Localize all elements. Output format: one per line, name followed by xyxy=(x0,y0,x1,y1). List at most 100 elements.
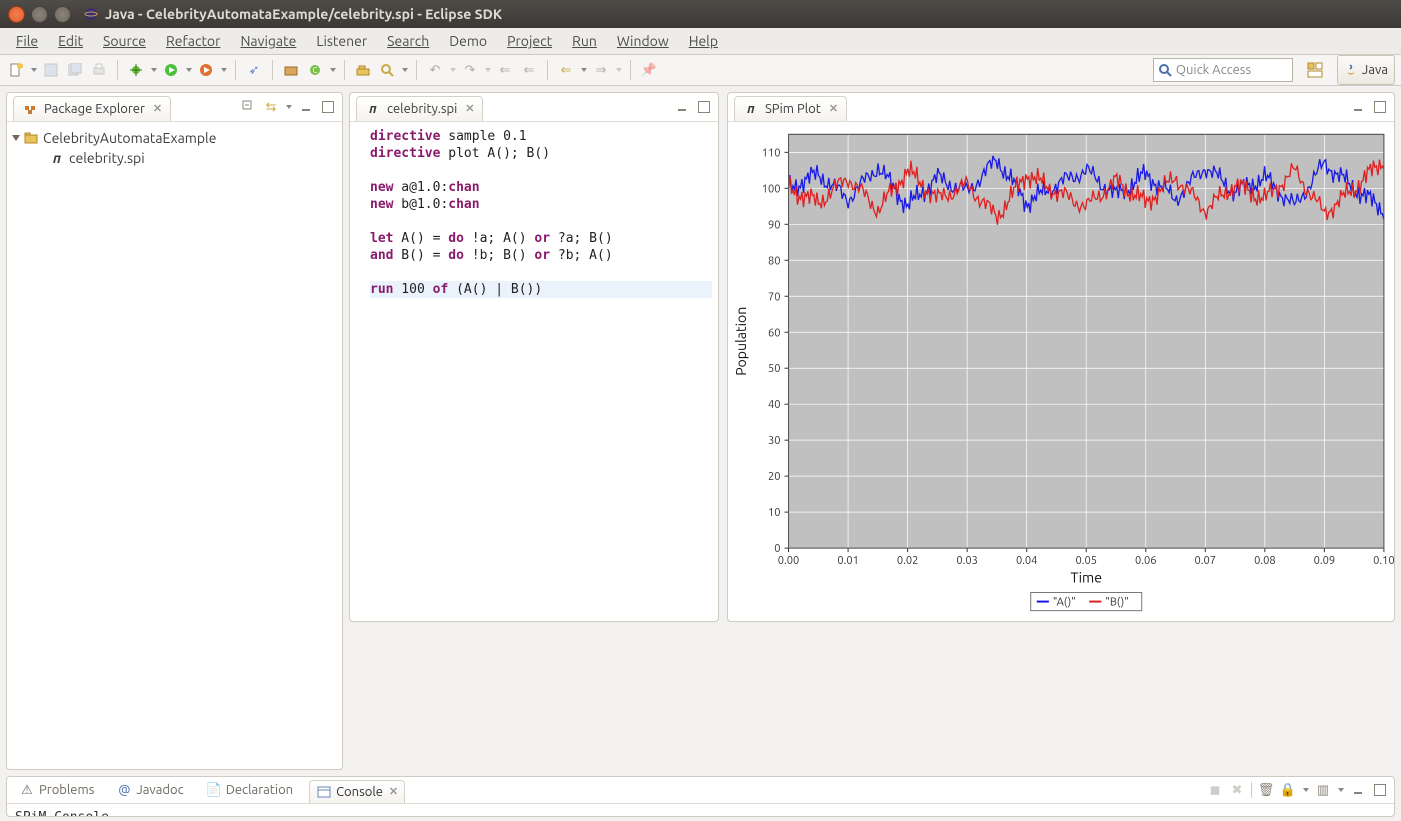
svg-text:90: 90 xyxy=(768,219,781,231)
search-button[interactable] xyxy=(377,60,397,80)
menu-search[interactable]: Search xyxy=(377,30,439,52)
dropdown-icon[interactable] xyxy=(450,68,456,72)
svg-text:40: 40 xyxy=(768,399,781,411)
package-explorer-tree[interactable]: CelebrityAutomataExample π celebrity.spi xyxy=(7,122,342,769)
close-tab-icon[interactable]: ✕ xyxy=(153,102,162,115)
dropdown-icon[interactable] xyxy=(616,68,622,72)
print-button[interactable] xyxy=(89,60,109,80)
menu-demo[interactable]: Demo xyxy=(439,30,497,52)
plot-header: π SPim Plot ✕ xyxy=(728,93,1394,122)
nav-next-button[interactable]: ↷ xyxy=(460,60,480,80)
remove-launch-icon[interactable]: ✖ xyxy=(1229,782,1245,798)
package-explorer-title: Package Explorer xyxy=(44,102,145,116)
menu-window[interactable]: Window xyxy=(607,30,679,52)
maximize-icon[interactable] xyxy=(696,99,712,115)
dropdown-icon[interactable] xyxy=(485,68,491,72)
window-controls xyxy=(8,6,71,23)
new-button[interactable] xyxy=(6,60,26,80)
debug-button[interactable] xyxy=(126,60,146,80)
back-button[interactable]: ⇐ xyxy=(556,60,576,80)
tree-project-label: CelebrityAutomataExample xyxy=(43,130,216,146)
tree-file[interactable]: π celebrity.spi xyxy=(13,148,336,168)
minimize-icon[interactable] xyxy=(674,99,690,115)
svg-text:0.10: 0.10 xyxy=(1373,555,1394,567)
dropdown-icon[interactable] xyxy=(151,68,157,72)
scroll-lock-icon[interactable]: 🔒 xyxy=(1280,782,1296,798)
dropdown-icon[interactable] xyxy=(186,68,192,72)
dropdown-icon[interactable] xyxy=(402,68,408,72)
clear-console-icon[interactable]: 🗑 xyxy=(1258,782,1274,798)
collapse-all-icon[interactable] xyxy=(241,99,257,115)
menu-project[interactable]: Project xyxy=(497,30,562,52)
forward-button[interactable]: ⇒ xyxy=(591,60,611,80)
dropdown-icon[interactable] xyxy=(1338,788,1344,792)
console-output[interactable]: SPiM Console SPiM v0.05 simulating /home… xyxy=(7,804,1394,816)
perspective-label: Java xyxy=(1362,63,1388,77)
window-minimize-button[interactable] xyxy=(31,6,48,23)
nav-prev-button[interactable]: ↶ xyxy=(425,60,445,80)
link-editor-icon[interactable]: ⇆ xyxy=(263,99,279,115)
perspective-java[interactable]: Java xyxy=(1337,55,1395,85)
open-type-button[interactable] xyxy=(353,60,373,80)
close-tab-icon[interactable]: ✕ xyxy=(829,102,838,115)
menu-source[interactable]: Source xyxy=(93,30,156,52)
plot-canvas[interactable]: 0.000.010.020.030.040.050.060.070.080.09… xyxy=(728,122,1394,621)
tab-console[interactable]: Console ✕ xyxy=(309,780,405,803)
save-button[interactable] xyxy=(41,60,61,80)
minimize-icon[interactable] xyxy=(298,99,314,115)
dropdown-icon[interactable] xyxy=(1303,788,1309,792)
dropdown-icon[interactable] xyxy=(581,68,587,72)
menu-file[interactable]: File xyxy=(6,30,48,52)
display-console-icon[interactable]: ▥ xyxy=(1315,782,1331,798)
window-close-button[interactable] xyxy=(8,6,25,23)
tab-javadoc[interactable]: @ Javadoc xyxy=(110,779,189,801)
pi-file-icon: π xyxy=(743,101,759,117)
menu-refactor[interactable]: Refactor xyxy=(156,30,230,52)
svg-text:0.02: 0.02 xyxy=(897,555,919,567)
terminate-icon[interactable]: ◼ xyxy=(1207,782,1223,798)
code-editor[interactable]: directive sample 0.1 directive plot A();… xyxy=(350,122,718,621)
plot-tab[interactable]: π SPim Plot ✕ xyxy=(734,96,847,121)
dropdown-icon[interactable] xyxy=(330,68,336,72)
class-button[interactable]: C xyxy=(305,60,325,80)
open-perspective-button[interactable] xyxy=(1305,60,1325,80)
maximize-icon[interactable] xyxy=(1372,99,1388,115)
svg-text:0.09: 0.09 xyxy=(1314,555,1336,567)
view-menu-icon[interactable] xyxy=(286,105,292,109)
nav-down-button[interactable]: ⇐ xyxy=(519,60,539,80)
package-button[interactable] xyxy=(281,60,301,80)
tab-declaration[interactable]: 📄 Declaration xyxy=(200,779,299,801)
menu-run[interactable]: Run xyxy=(562,30,607,52)
search-icon xyxy=(1158,63,1172,77)
cursor-icon[interactable]: ➶ xyxy=(244,60,264,80)
menu-help[interactable]: Help xyxy=(679,30,728,52)
package-explorer-tab[interactable]: Package Explorer ✕ xyxy=(13,96,171,121)
dropdown-icon[interactable] xyxy=(31,68,37,72)
quick-access-input[interactable]: Quick Access xyxy=(1153,58,1293,82)
minimize-icon[interactable] xyxy=(1350,782,1366,798)
expand-icon[interactable] xyxy=(12,135,20,141)
tab-problems[interactable]: ⚠ Problems xyxy=(13,779,100,801)
menu-listener[interactable]: Listener xyxy=(306,30,377,52)
tree-project[interactable]: CelebrityAutomataExample xyxy=(13,128,336,148)
editor-header: π celebrity.spi ✕ xyxy=(350,93,718,122)
maximize-icon[interactable] xyxy=(1372,782,1388,798)
run-button[interactable] xyxy=(161,60,181,80)
nav-up-button[interactable]: ⇐ xyxy=(495,60,515,80)
close-tab-icon[interactable]: ✕ xyxy=(389,785,398,798)
window-maximize-button[interactable] xyxy=(54,6,71,23)
dropdown-icon[interactable] xyxy=(221,68,227,72)
close-tab-icon[interactable]: ✕ xyxy=(465,102,474,115)
svg-text:80: 80 xyxy=(768,255,781,267)
menu-edit[interactable]: Edit xyxy=(48,30,93,52)
run-last-button[interactable] xyxy=(196,60,216,80)
minimize-icon[interactable] xyxy=(1350,99,1366,115)
save-all-button[interactable] xyxy=(65,60,85,80)
svg-text:70: 70 xyxy=(768,291,781,303)
pin-button[interactable]: 📌 xyxy=(639,60,659,80)
menu-navigate[interactable]: Navigate xyxy=(230,30,306,52)
maximize-icon[interactable] xyxy=(320,99,336,115)
bottom-header: ⚠ Problems @ Javadoc 📄 Declaration Conso… xyxy=(7,777,1394,804)
editor-tab[interactable]: π celebrity.spi ✕ xyxy=(356,96,483,121)
problems-icon: ⚠ xyxy=(19,782,35,798)
